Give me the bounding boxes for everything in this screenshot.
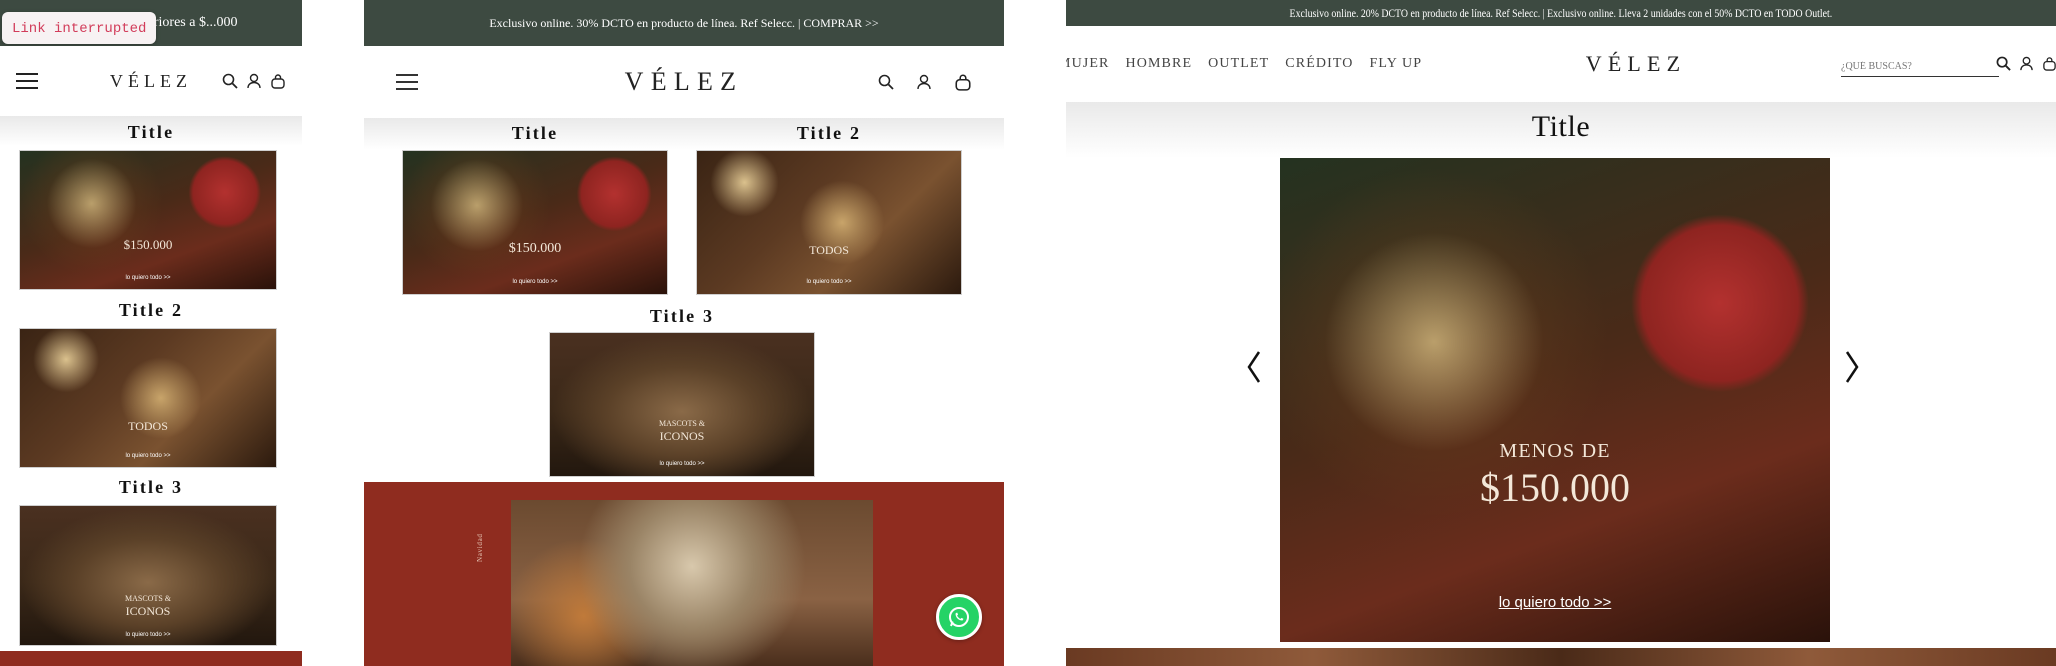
promo-line-1: MENOS DE	[1499, 440, 1611, 462]
announcement-bar: Exclusivo online. 30% DCTO en producto d…	[364, 0, 1004, 46]
desktop-view-panel: Exclusivo online. 20% DCTO en producto d…	[1066, 0, 2056, 666]
account-icon[interactable]	[2019, 56, 2034, 71]
cta-link-2[interactable]: lo quiero todo >>	[697, 279, 961, 285]
bag-icon[interactable]	[954, 73, 972, 91]
brand-logo[interactable]: VÉLEZ	[1466, 51, 1806, 77]
cta-link-2[interactable]: lo quiero todo >>	[20, 453, 276, 459]
banner-image-2[interactable]: TODOS lo quiero todo >>	[696, 150, 962, 295]
carousel-next-button[interactable]	[1844, 350, 1860, 384]
main-nav: MUJER HOMBRE OUTLET CRÉDITO FLY UP	[1066, 56, 1422, 72]
account-icon[interactable]	[916, 73, 932, 91]
cta-link-1[interactable]: lo quiero todo >>	[403, 279, 667, 285]
banner-image-3[interactable]: MASCOTS & ICONOS lo quiero todo >>	[19, 505, 277, 646]
banner-image-4[interactable]	[511, 500, 873, 666]
link-interrupted-toast: Link interrupted	[2, 12, 157, 44]
banner-image-1[interactable]: $150.000 lo quiero todo >>	[402, 150, 668, 295]
section-title-2: Title 2	[796, 123, 862, 143]
search-icon[interactable]	[1996, 56, 2011, 71]
section-title-2: Title 2	[118, 300, 184, 320]
promo-price: $150.000	[1480, 465, 1630, 510]
toast-text: Link interrupted	[12, 21, 147, 37]
nav-item-credito[interactable]: CRÉDITO	[1285, 56, 1353, 72]
search-icon[interactable]	[222, 73, 238, 89]
nav-item-hombre[interactable]: HOMBRE	[1126, 56, 1193, 72]
section-title-1: Title	[511, 123, 559, 143]
promo-band	[0, 651, 302, 666]
bag-icon[interactable]	[270, 73, 286, 89]
promo-text-3b: ICONOS	[659, 429, 705, 443]
whatsapp-button[interactable]	[936, 594, 982, 640]
promo-text-1: $150.000	[123, 237, 173, 252]
banner-image-2[interactable]: TODOS lo quiero todo >>	[19, 328, 277, 468]
mobile-view-panel: ...envíos en compras superiores a $...00…	[0, 0, 302, 666]
cta-link-3[interactable]: lo quiero todo >>	[550, 461, 814, 467]
whatsapp-icon	[947, 605, 971, 629]
nav-item-outlet[interactable]: OUTLET	[1208, 56, 1269, 72]
account-icon[interactable]	[246, 73, 262, 89]
tablet-view-panel: Exclusivo online. 30% DCTO en producto d…	[364, 0, 1004, 666]
next-section-band	[1066, 648, 2056, 666]
search-box	[1841, 56, 1999, 77]
nav-item-mujer[interactable]: MUJER	[1066, 56, 1110, 72]
announcement-text[interactable]: Exclusivo online. 20% DCTO en producto d…	[1290, 6, 1833, 21]
nav-item-fly-up[interactable]: FLY UP	[1370, 56, 1423, 72]
announcement-text[interactable]: Exclusivo online. 30% DCTO en producto d…	[489, 16, 878, 31]
banner-image-1[interactable]: $150.000 lo quiero todo >>	[19, 150, 277, 290]
search-input[interactable]	[1841, 61, 1991, 72]
announcement-bar: Exclusivo online. 20% DCTO en producto d…	[1066, 0, 2056, 26]
search-icon[interactable]	[878, 73, 894, 91]
carousel-cta-link[interactable]: lo quiero todo >>	[1280, 594, 1830, 611]
menu-icon[interactable]	[396, 73, 418, 91]
promo-band: Navidad	[364, 482, 1004, 666]
side-text: Navidad	[476, 533, 484, 562]
header: MUJER HOMBRE OUTLET CRÉDITO FLY UP VÉLEZ	[1066, 26, 2056, 102]
promo-text-3b: ICONOS	[125, 604, 171, 618]
banner-image-3[interactable]: MASCOTS & ICONOS lo quiero todo >>	[549, 332, 815, 477]
carousel-slide-image[interactable]: MENOS DE $150.000 lo quiero todo >>	[1280, 158, 1830, 642]
bag-icon[interactable]	[2042, 56, 2056, 71]
menu-icon[interactable]	[16, 72, 38, 90]
promo-text-3a: MASCOTS &	[124, 594, 171, 603]
promo-text-2: TODOS	[809, 243, 849, 257]
cta-link-3[interactable]: lo quiero todo >>	[20, 632, 276, 638]
header: VÉLEZ	[364, 46, 1004, 118]
carousel-prev-button[interactable]	[1246, 350, 1262, 384]
section-title-3: Title 3	[118, 477, 184, 497]
promo-text-2: TODOS	[128, 419, 168, 433]
section-title-3: Title 3	[649, 306, 715, 326]
promo-text-3a: MASCOTS &	[658, 419, 705, 428]
carousel-title: Title	[1531, 110, 1591, 143]
section-title-1: Title	[127, 122, 175, 142]
promo-text-1: $150.000	[508, 241, 562, 256]
header: VÉLEZ	[0, 46, 302, 116]
cta-link-1[interactable]: lo quiero todo >>	[20, 275, 276, 281]
